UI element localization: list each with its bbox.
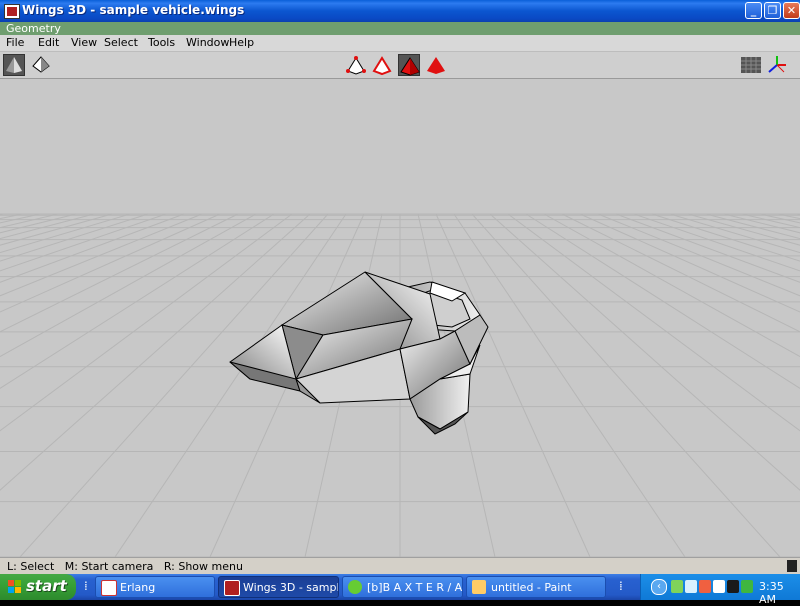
grid-line bbox=[453, 213, 686, 557]
grid-line bbox=[0, 213, 59, 229]
grid-line bbox=[615, 213, 800, 283]
taskbar: start ⁞ Erlang Wings 3D - sample ve... [… bbox=[0, 574, 800, 606]
toolbar bbox=[0, 52, 800, 79]
grid-line bbox=[597, 213, 800, 297]
taskbar-item-label: Erlang bbox=[120, 581, 156, 594]
grid-line bbox=[0, 213, 239, 333]
grid-line bbox=[0, 213, 293, 432]
grid-line bbox=[723, 213, 800, 234]
show-hidden-icons-chevron-icon[interactable]: ‹ bbox=[651, 579, 667, 595]
3d-viewport[interactable] bbox=[0, 79, 800, 557]
axes-icon[interactable] bbox=[766, 54, 788, 76]
menu-help[interactable]: Help bbox=[229, 36, 254, 49]
tray-volume-icon[interactable] bbox=[713, 580, 725, 593]
grid-line bbox=[705, 213, 800, 240]
grid-line bbox=[0, 213, 257, 358]
menu-file[interactable]: File bbox=[6, 36, 24, 49]
grid-line bbox=[0, 213, 185, 283]
start-button[interactable]: start bbox=[0, 574, 76, 600]
status-bar: L: Select M: Start camera R: Show menu bbox=[0, 557, 800, 575]
menu-view[interactable]: View bbox=[71, 36, 97, 49]
paint-icon bbox=[472, 580, 486, 594]
close-button[interactable]: ✕ bbox=[783, 2, 800, 19]
menu-edit[interactable]: Edit bbox=[38, 36, 59, 49]
grid-line bbox=[0, 213, 5, 216]
system-tray: ‹ 3:35 AM bbox=[640, 574, 800, 606]
viewport-canvas bbox=[0, 213, 800, 557]
grid-line bbox=[507, 213, 800, 432]
wings3d-icon bbox=[224, 580, 240, 596]
taskbar-item-wings3d[interactable]: Wings 3D - sample ve... bbox=[218, 576, 339, 598]
grid-line bbox=[0, 213, 221, 313]
taskbar-item-label: Wings 3D - sample ve... bbox=[243, 581, 338, 594]
start-label: start bbox=[26, 577, 67, 595]
vehicle-model bbox=[229, 271, 489, 435]
grid-line bbox=[0, 213, 131, 254]
minimize-button[interactable]: _ bbox=[745, 2, 762, 19]
window-title: Wings 3D - sample vehicle.wings bbox=[22, 3, 245, 17]
menu-tools[interactable]: Tools bbox=[148, 36, 175, 49]
grid-line bbox=[777, 213, 800, 220]
grid-line bbox=[471, 213, 781, 557]
menu-select[interactable]: Select bbox=[104, 36, 138, 49]
menu-bar: File Edit View Select Tools Window Help bbox=[0, 35, 800, 52]
tray-app-icon[interactable] bbox=[671, 580, 683, 593]
resize-grip[interactable] bbox=[787, 560, 797, 572]
taskbar-item-label: untitled - Paint bbox=[491, 581, 572, 594]
grid-line bbox=[0, 213, 95, 240]
body-mode-icon[interactable] bbox=[425, 54, 447, 76]
geometry-window-bar[interactable]: Geometry bbox=[0, 22, 800, 35]
taskbar-item-messenger[interactable]: [b]B A X T E R / A L E... bbox=[342, 576, 463, 598]
grid-line bbox=[741, 213, 800, 229]
tray-security-icon[interactable] bbox=[699, 580, 711, 593]
grid-line bbox=[0, 213, 77, 234]
ground-grid-icon[interactable] bbox=[740, 54, 762, 76]
messenger-icon bbox=[348, 580, 362, 594]
grid-line bbox=[579, 213, 800, 313]
taskbar-item-erlang[interactable]: Erlang bbox=[95, 576, 215, 598]
grid-line bbox=[561, 213, 800, 333]
grid-line bbox=[795, 213, 800, 216]
face-mode-icon[interactable] bbox=[398, 54, 420, 76]
grid-line bbox=[0, 213, 23, 220]
tray-network-icon[interactable] bbox=[685, 580, 697, 593]
taskbar-item-label: [b]B A X T E R / A L E... bbox=[367, 581, 463, 594]
windows-flag-icon bbox=[8, 580, 21, 593]
system-clock[interactable]: 3:35 AM bbox=[759, 580, 800, 606]
edge-mode-icon[interactable] bbox=[371, 54, 393, 76]
wireframe-pyramid-icon[interactable] bbox=[31, 54, 53, 76]
grid-line bbox=[759, 213, 800, 224]
taskbar-item-paint[interactable]: untitled - Paint bbox=[466, 576, 606, 598]
menu-window[interactable]: Window bbox=[186, 36, 229, 49]
geometry-window-label: Geometry bbox=[6, 22, 61, 35]
erlang-icon bbox=[101, 580, 117, 596]
wings3d-app-icon[interactable] bbox=[4, 4, 20, 19]
smooth-shaded-pyramid-icon[interactable] bbox=[3, 54, 25, 76]
quick-launch-extra-icon[interactable]: ⁞ bbox=[619, 579, 623, 593]
grid-line bbox=[633, 213, 800, 272]
grid-line bbox=[543, 213, 800, 358]
vertex-mode-icon[interactable] bbox=[345, 54, 367, 76]
title-bar[interactable]: Wings 3D - sample vehicle.wings _ ❐ ✕ bbox=[0, 0, 800, 22]
tray-monitor-icon[interactable] bbox=[727, 580, 739, 593]
grid-line bbox=[0, 213, 41, 224]
status-hint-text: L: Select M: Start camera R: Show menu bbox=[7, 560, 243, 573]
grid-line bbox=[669, 213, 800, 254]
tray-signal-icon[interactable] bbox=[741, 580, 753, 593]
grid-line bbox=[0, 213, 203, 297]
maximize-button[interactable]: ❐ bbox=[764, 2, 781, 19]
grid-line bbox=[0, 213, 167, 272]
